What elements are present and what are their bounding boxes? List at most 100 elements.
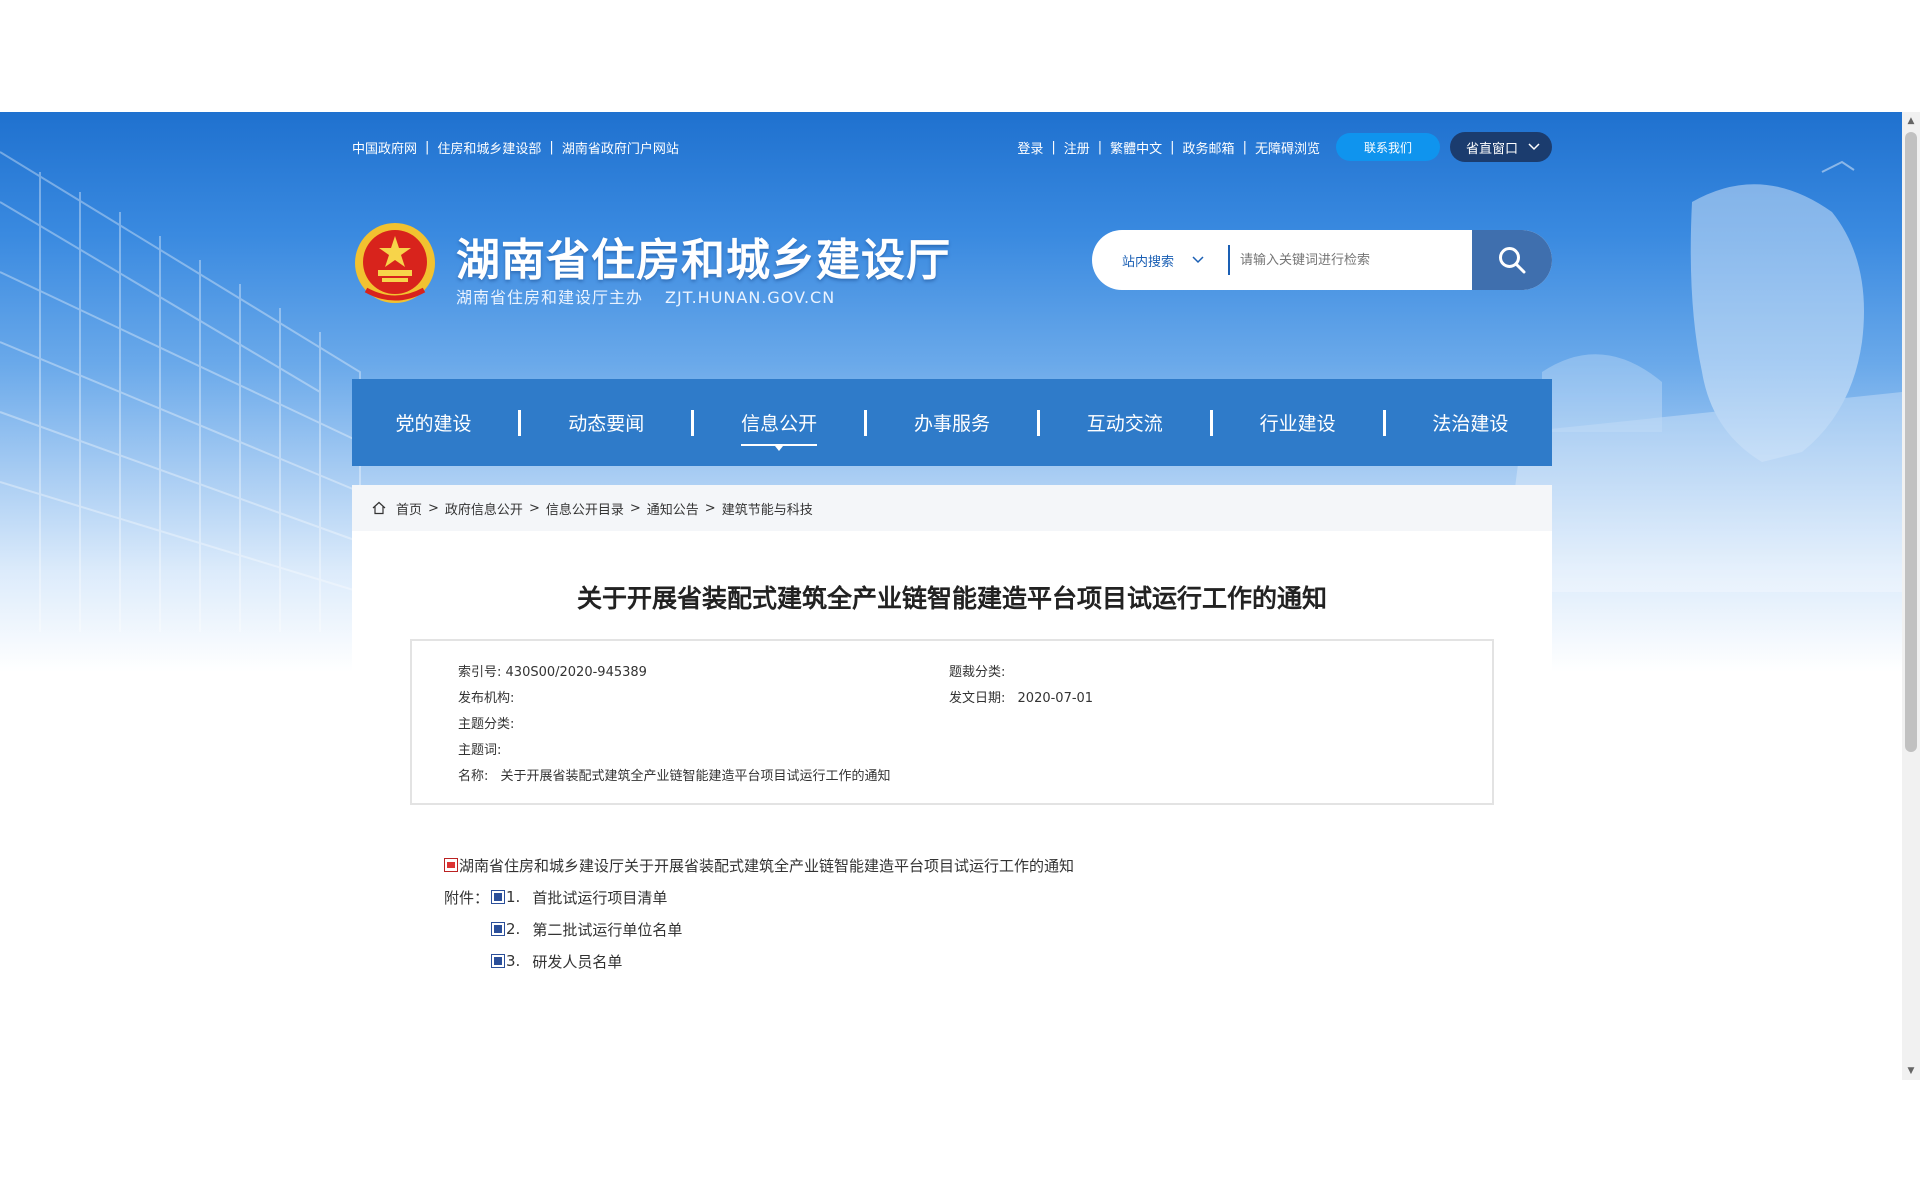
meta-genre-label: 题裁分类: [949,665,1006,680]
breadcrumb-current[interactable]: 建筑节能与科技 [722,499,813,518]
search-icon [1499,247,1526,274]
attachment-name: 首批试运行项目清单 [532,888,668,907]
attachments-label: 附件： [444,888,490,907]
main-file-name: 湖南省住房和城乡建设厅关于开展省装配式建筑全产业链智能建造平台项目试运行工作的通… [459,856,1075,875]
gov-mail-link[interactable]: 政务邮箱 [1183,138,1235,157]
provincial-window-label: 省直窗口 [1465,141,1518,157]
main-file-link[interactable]: 湖南省住房和城乡建设厅关于开展省装配式建筑全产业链智能建造平台项目试运行工作的通… [444,849,1552,881]
breadcrumb-separator: > [528,500,540,516]
meta-genre: 题裁分类: [949,661,1005,680]
register-link[interactable]: 注册 [1064,138,1090,157]
nav-item-rule-of-law[interactable]: 法治建设 [1432,403,1508,442]
meta-date-label: 发文日期: [949,691,1006,706]
site-header: 湖南省住房和城乡建设厅 湖南省住房和建设厅主办 ZJT.HUNAN.GOV.CN … [352,220,1552,316]
breadcrumb-separator: > [704,500,716,516]
sponsor-text: 湖南省住房和建设厅主办 [456,288,644,307]
meta-name-value: 关于开展省装配式建筑全产业链智能建造平台项目试运行工作的通知 [500,769,891,784]
meta-keywords: 主题词: [458,739,501,758]
link-gov-cn[interactable]: 中国政府网 [352,138,417,157]
meta-publisher-label: 发布机构: [458,691,515,706]
browser-viewport: 中国政府网 | 住房和城乡建设部 | 湖南省政府门户网站 登录 | 注册 | 繁… [0,112,1920,1080]
breadcrumb-home[interactable]: 首页 [396,499,422,518]
site-title: 湖南省住房和城乡建设厅 [456,235,951,286]
login-link[interactable]: 登录 [1017,138,1043,157]
nav-separator [691,409,695,436]
breadcrumb-catalog[interactable]: 信息公开目录 [546,499,624,518]
pdf-file-icon [444,858,458,872]
link-hunan-portal[interactable]: 湖南省政府门户网站 [562,138,679,157]
word-file-icon [491,890,505,904]
chevron-down-icon [1528,143,1540,151]
nav-item-party-building[interactable]: 党的建设 [395,403,471,442]
attachment-name: 研发人员名单 [532,952,623,971]
scroll-down-arrow-icon[interactable]: ▼ [1902,1062,1920,1080]
nav-separator [1209,409,1213,436]
provincial-window-dropdown[interactable]: 省直窗口 [1449,132,1552,162]
article-meta-box: 索引号: 430S00/2020-945389 题裁分类: 发布机构: 发文日期… [410,639,1494,805]
main-nav: 党的建设 动态要闻 信息公开 办事服务 互动交流 行业建设 法治建设 [352,379,1552,466]
attachment-item[interactable]: 2. 第二批试运行单位名单 [444,913,1552,945]
article-title: 关于开展省装配式建筑全产业链智能建造平台项目试运行工作的通知 [576,584,1327,613]
meta-date-value: 2020-07-01 [1017,691,1094,706]
top-links-bar: 中国政府网 | 住房和城乡建设部 | 湖南省政府门户网站 登录 | 注册 | 繁… [352,132,1552,162]
meta-index-value: 430S00/2020-945389 [505,665,647,680]
site-domain: ZJT.HUNAN.GOV.CN [665,288,836,307]
meta-date: 发文日期: 2020-07-01 [949,687,1093,706]
attachment-item[interactable]: 3. 研发人员名单 [444,945,1552,977]
nav-separator [1382,409,1386,436]
link-separator: | [1051,139,1056,155]
nav-separator [518,409,522,436]
meta-index: 索引号: 430S00/2020-945389 [458,661,647,680]
attachment-item[interactable]: 附件： 1. 首批试运行项目清单 [444,881,1552,913]
breadcrumb-separator: > [629,500,641,516]
meta-name-label: 名称: [458,769,489,784]
nav-separator [864,409,868,436]
attachment-name: 第二批试运行单位名单 [532,920,683,939]
scrollbar-thumb[interactable] [1905,132,1917,752]
link-separator: | [1097,139,1103,155]
attachment-number: 1. [506,888,521,906]
meta-topic-label: 主题分类: [458,717,515,732]
traditional-chinese-link[interactable]: 繁體中文 [1110,138,1162,157]
meta-name: 名称: 关于开展省装配式建筑全产业链智能建造平台项目试运行工作的通知 [458,765,891,784]
link-separator: | [549,139,554,155]
content-card: 首页 > 政府信息公开 > 信息公开目录 > 通知公告 > 建筑节能与科技 关于开展省装… [352,485,1552,1080]
home-icon [372,501,386,515]
meta-index-label: 索引号: [458,665,502,680]
user-links: 登录 | 注册 | 繁體中文 | 政务邮箱 | 无障碍浏览 联系我们 省直窗口 [1017,132,1552,162]
link-separator: | [1242,139,1247,155]
breadcrumb-notices[interactable]: 通知公告 [647,499,699,518]
link-separator: | [1170,139,1175,155]
link-mohurd[interactable]: 住房和城乡建设部 [437,138,541,157]
article-body: 湖南省住房和城乡建设厅关于开展省装配式建筑全产业链智能建造平台项目试运行工作的通… [352,849,1552,977]
site-subtitle: 湖南省住房和建设厅主办 ZJT.HUNAN.GOV.CN [456,284,835,308]
meta-keywords-label: 主题词: [458,743,502,758]
breadcrumb-separator: > [428,500,439,516]
word-file-icon [491,954,505,968]
nav-item-services[interactable]: 办事服务 [914,403,990,442]
nav-item-industry[interactable]: 行业建设 [1260,403,1336,442]
nav-separator [1036,409,1040,436]
chevron-down-icon [1192,256,1204,264]
national-emblem-icon [355,223,435,303]
attachment-number: 2. [506,920,521,938]
link-separator: | [425,139,430,155]
vertical-scrollbar[interactable]: ▲ ▼ [1902,112,1920,1080]
scroll-up-arrow-icon[interactable]: ▲ [1902,112,1920,130]
external-links: 中国政府网 | 住房和城乡建设部 | 湖南省政府门户网站 [352,138,679,157]
search-button[interactable] [1472,230,1552,290]
search-scope-select[interactable]: 站内搜索 [1092,251,1228,270]
search-box: 站内搜索 [1092,230,1552,290]
nav-item-interaction[interactable]: 互动交流 [1087,403,1163,442]
contact-us-button[interactable]: 联系我们 [1335,133,1440,161]
meta-publisher: 发布机构: [458,687,514,706]
breadcrumb-gov-info[interactable]: 政府信息公开 [445,499,523,518]
meta-topic: 主题分类: [458,713,514,732]
breadcrumb: 首页 > 政府信息公开 > 信息公开目录 > 通知公告 > 建筑节能与科技 [352,485,1552,531]
search-input[interactable] [1230,230,1470,290]
attachment-number: 3. [506,952,521,970]
search-scope-label: 站内搜索 [1122,254,1175,270]
nav-item-info-disclosure[interactable]: 信息公开 [741,403,818,451]
nav-item-news[interactable]: 动态要闻 [568,403,644,442]
accessibility-link[interactable]: 无障碍浏览 [1255,138,1320,157]
